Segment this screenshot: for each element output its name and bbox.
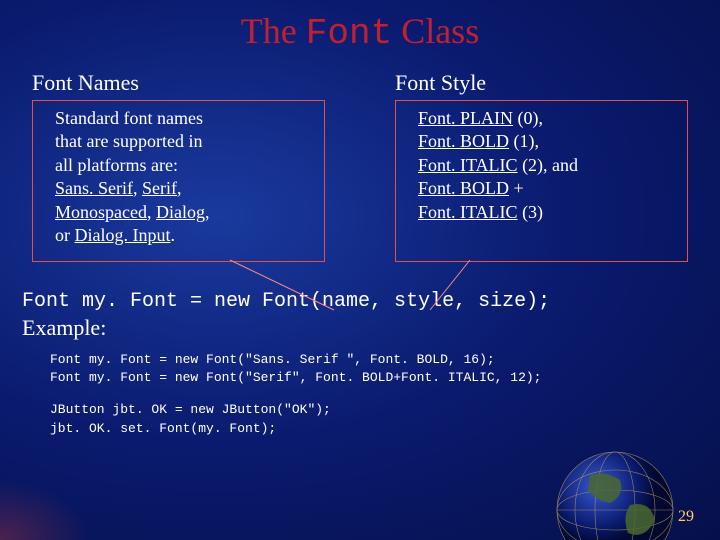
code-example-1: Font my. Font = new Font("Sans. Serif ",… [50,351,700,387]
corner-decoration [0,480,90,540]
globe-decoration [550,445,680,540]
title-post: Class [392,11,479,51]
column-font-names: Font Names Standard font names that are … [32,70,325,262]
box-font-names: Standard font names that are supported i… [32,100,325,262]
font-style-text: Font. PLAIN (0), Font. BOLD (1), Font. I… [396,107,687,224]
title-pre: The [241,11,306,51]
slide-title: The Font Class [20,10,700,54]
font-names-text: Standard font names that are supported i… [33,107,324,247]
heading-font-style: Font Style [395,70,688,96]
font-constructor-code: Font my. Font = new Font(name, style, si… [22,290,700,313]
heading-font-names: Font Names [32,70,325,96]
code-example-2: JButton jbt. OK = new JButton("OK"); jbt… [50,401,700,437]
title-mono: Font [306,13,392,54]
example-label: Example: [22,315,700,341]
page-number: 29 [678,508,694,526]
column-font-style: Font Style Font. PLAIN (0), Font. BOLD (… [395,70,688,262]
box-font-style: Font. PLAIN (0), Font. BOLD (1), Font. I… [395,100,688,262]
